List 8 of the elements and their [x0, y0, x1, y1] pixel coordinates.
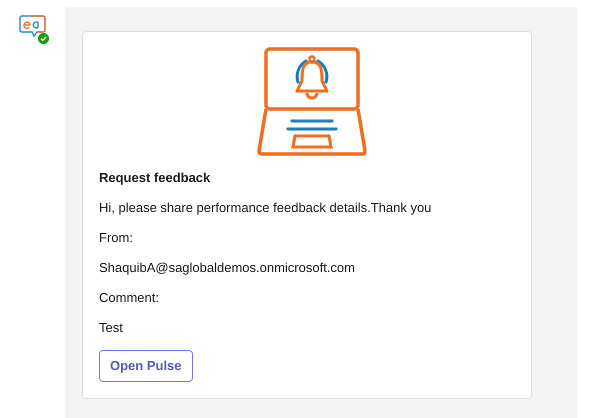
card-text: Hi, please share performance feedback details.Thank you — [99, 199, 432, 217]
card-title: Request feedback — [99, 169, 212, 187]
card-text: From: — [99, 229, 134, 247]
card-text: Comment: — [99, 289, 160, 307]
laptop-bell-icon — [256, 47, 368, 157]
card-text: Test — [99, 319, 124, 337]
card-text: ShaquibA@saglobaldemos.onmicrosoft.com — [99, 259, 356, 277]
open-pulse-button[interactable]: Open Pulse — [99, 350, 193, 382]
